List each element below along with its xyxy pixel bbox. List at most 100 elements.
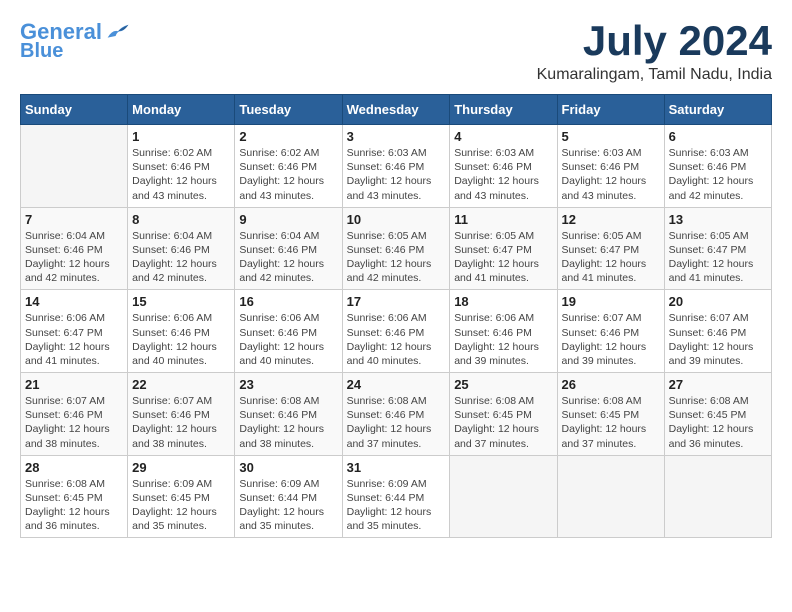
calendar-cell: [21, 125, 128, 208]
calendar-cell: 22 Sunrise: 6:07 AMSunset: 6:46 PMDayligh…: [128, 373, 235, 456]
day-info: Sunrise: 6:03 AMSunset: 6:46 PMDaylight:…: [562, 146, 660, 203]
calendar-cell: 30 Sunrise: 6:09 AMSunset: 6:44 PMDayligh…: [235, 455, 342, 538]
calendar-cell: [664, 455, 771, 538]
calendar-cell: 1 Sunrise: 6:02 AMSunset: 6:46 PMDaylight…: [128, 125, 235, 208]
day-number: 8: [132, 212, 230, 227]
day-info: Sunrise: 6:06 AMSunset: 6:46 PMDaylight:…: [454, 311, 552, 368]
day-info: Sunrise: 6:06 AMSunset: 6:47 PMDaylight:…: [25, 311, 123, 368]
week-row-3: 14 Sunrise: 6:06 AMSunset: 6:47 PMDayligh…: [21, 290, 772, 373]
logo-blue: Blue: [20, 40, 63, 62]
day-info: Sunrise: 6:04 AMSunset: 6:46 PMDaylight:…: [132, 229, 230, 286]
calendar-cell: 4Sunrise: 6:03 AMSunset: 6:46 PMDaylight…: [450, 125, 557, 208]
day-info: Sunrise: 6:07 AMSunset: 6:46 PMDaylight:…: [25, 394, 123, 451]
day-info: Sunrise: 6:02 AMSunset: 6:46 PMDaylight:…: [239, 146, 337, 203]
location: Kumaralingam, Tamil Nadu, India: [537, 66, 772, 84]
day-info: Sunrise: 6:06 AMSunset: 6:46 PMDaylight:…: [239, 311, 337, 368]
calendar-cell: 8 Sunrise: 6:04 AMSunset: 6:46 PMDaylight…: [128, 207, 235, 290]
day-info: Sunrise: 6:09 AMSunset: 6:44 PMDaylight:…: [239, 477, 337, 534]
calendar-cell: 15 Sunrise: 6:06 AMSunset: 6:46 PMDayligh…: [128, 290, 235, 373]
day-info: Sunrise: 6:09 AMSunset: 6:44 PMDaylight:…: [347, 477, 446, 534]
day-number: 15: [132, 294, 230, 309]
calendar-cell: 6 Sunrise: 6:03 AMSunset: 6:46 PMDaylight…: [664, 125, 771, 208]
day-number: 7: [25, 212, 123, 227]
calendar-cell: 3Sunrise: 6:03 AMSunset: 6:46 PMDaylight…: [342, 125, 450, 208]
day-number: 19: [562, 294, 660, 309]
day-info: Sunrise: 6:08 AMSunset: 6:45 PMDaylight:…: [25, 477, 123, 534]
day-info: Sunrise: 6:03 AMSunset: 6:46 PMDaylight:…: [454, 146, 552, 203]
header: General Blue July 2024 Kumaralingam, Tam…: [20, 20, 772, 84]
day-info: Sunrise: 6:07 AMSunset: 6:46 PMDaylight:…: [132, 394, 230, 451]
day-info: Sunrise: 6:08 AMSunset: 6:45 PMDaylight:…: [669, 394, 767, 451]
day-number: 6: [669, 129, 767, 144]
header-wednesday: Wednesday: [342, 95, 450, 125]
day-info: Sunrise: 6:05 AMSunset: 6:47 PMDaylight:…: [454, 229, 552, 286]
logo-bird-icon: [106, 23, 130, 41]
day-info: Sunrise: 6:02 AMSunset: 6:46 PMDaylight:…: [132, 146, 230, 203]
calendar-cell: [450, 455, 557, 538]
header-tuesday: Tuesday: [235, 95, 342, 125]
day-info: Sunrise: 6:05 AMSunset: 6:47 PMDaylight:…: [669, 229, 767, 286]
day-info: Sunrise: 6:03 AMSunset: 6:46 PMDaylight:…: [347, 146, 446, 203]
day-info: Sunrise: 6:07 AMSunset: 6:46 PMDaylight:…: [562, 311, 660, 368]
calendar-cell: 14 Sunrise: 6:06 AMSunset: 6:47 PMDayligh…: [21, 290, 128, 373]
day-number: 10: [347, 212, 446, 227]
day-number: 23: [239, 377, 337, 392]
day-number: 22: [132, 377, 230, 392]
day-number: 1: [132, 129, 230, 144]
header-row: SundayMondayTuesdayWednesdayThursdayFrid…: [21, 95, 772, 125]
week-row-5: 28 Sunrise: 6:08 AMSunset: 6:45 PMDayligh…: [21, 455, 772, 538]
calendar-cell: 13 Sunrise: 6:05 AMSunset: 6:47 PMDayligh…: [664, 207, 771, 290]
calendar-cell: 18 Sunrise: 6:06 AMSunset: 6:46 PMDayligh…: [450, 290, 557, 373]
day-info: Sunrise: 6:03 AMSunset: 6:46 PMDaylight:…: [669, 146, 767, 203]
day-number: 12: [562, 212, 660, 227]
day-number: 27: [669, 377, 767, 392]
calendar-cell: 7 Sunrise: 6:04 AMSunset: 6:46 PMDaylight…: [21, 207, 128, 290]
day-info: Sunrise: 6:04 AMSunset: 6:46 PMDaylight:…: [25, 229, 123, 286]
calendar-cell: 16 Sunrise: 6:06 AMSunset: 6:46 PMDayligh…: [235, 290, 342, 373]
calendar-cell: 31 Sunrise: 6:09 AMSunset: 6:44 PMDayligh…: [342, 455, 450, 538]
day-number: 17: [347, 294, 446, 309]
header-monday: Monday: [128, 95, 235, 125]
calendar-cell: 19 Sunrise: 6:07 AMSunset: 6:46 PMDayligh…: [557, 290, 664, 373]
day-info: Sunrise: 6:08 AMSunset: 6:45 PMDaylight:…: [454, 394, 552, 451]
day-number: 25: [454, 377, 552, 392]
day-number: 30: [239, 460, 337, 475]
day-number: 31: [347, 460, 446, 475]
day-info: Sunrise: 6:05 AMSunset: 6:46 PMDaylight:…: [347, 229, 446, 286]
calendar-cell: 24 Sunrise: 6:08 AMSunset: 6:46 PMDayligh…: [342, 373, 450, 456]
day-number: 24: [347, 377, 446, 392]
calendar-cell: 29 Sunrise: 6:09 AMSunset: 6:45 PMDayligh…: [128, 455, 235, 538]
day-info: Sunrise: 6:05 AMSunset: 6:47 PMDaylight:…: [562, 229, 660, 286]
day-number: 20: [669, 294, 767, 309]
calendar-cell: 10 Sunrise: 6:05 AMSunset: 6:46 PMDayligh…: [342, 207, 450, 290]
day-number: 16: [239, 294, 337, 309]
day-info: Sunrise: 6:09 AMSunset: 6:45 PMDaylight:…: [132, 477, 230, 534]
header-thursday: Thursday: [450, 95, 557, 125]
week-row-2: 7 Sunrise: 6:04 AMSunset: 6:46 PMDaylight…: [21, 207, 772, 290]
day-number: 18: [454, 294, 552, 309]
day-number: 26: [562, 377, 660, 392]
day-number: 13: [669, 212, 767, 227]
day-info: Sunrise: 6:08 AMSunset: 6:45 PMDaylight:…: [562, 394, 660, 451]
calendar-cell: 5Sunrise: 6:03 AMSunset: 6:46 PMDaylight…: [557, 125, 664, 208]
calendar-cell: 2Sunrise: 6:02 AMSunset: 6:46 PMDaylight…: [235, 125, 342, 208]
day-info: Sunrise: 6:08 AMSunset: 6:46 PMDaylight:…: [347, 394, 446, 451]
calendar-cell: 28 Sunrise: 6:08 AMSunset: 6:45 PMDayligh…: [21, 455, 128, 538]
day-number: 29: [132, 460, 230, 475]
day-number: 11: [454, 212, 552, 227]
day-number: 28: [25, 460, 123, 475]
calendar-cell: 20Sunrise: 6:07 AMSunset: 6:46 PMDayligh…: [664, 290, 771, 373]
week-row-4: 21 Sunrise: 6:07 AMSunset: 6:46 PMDayligh…: [21, 373, 772, 456]
calendar-cell: 27 Sunrise: 6:08 AMSunset: 6:45 PMDayligh…: [664, 373, 771, 456]
calendar-cell: [557, 455, 664, 538]
header-sunday: Sunday: [21, 95, 128, 125]
day-info: Sunrise: 6:06 AMSunset: 6:46 PMDaylight:…: [132, 311, 230, 368]
day-number: 21: [25, 377, 123, 392]
calendar-cell: 23Sunrise: 6:08 AMSunset: 6:46 PMDayligh…: [235, 373, 342, 456]
title-area: July 2024 Kumaralingam, Tamil Nadu, Indi…: [537, 20, 772, 84]
calendar-cell: 25 Sunrise: 6:08 AMSunset: 6:45 PMDayligh…: [450, 373, 557, 456]
calendar-cell: 11 Sunrise: 6:05 AMSunset: 6:47 PMDayligh…: [450, 207, 557, 290]
day-number: 14: [25, 294, 123, 309]
calendar-table: SundayMondayTuesdayWednesdayThursdayFrid…: [20, 94, 772, 538]
day-info: Sunrise: 6:04 AMSunset: 6:46 PMDaylight:…: [239, 229, 337, 286]
